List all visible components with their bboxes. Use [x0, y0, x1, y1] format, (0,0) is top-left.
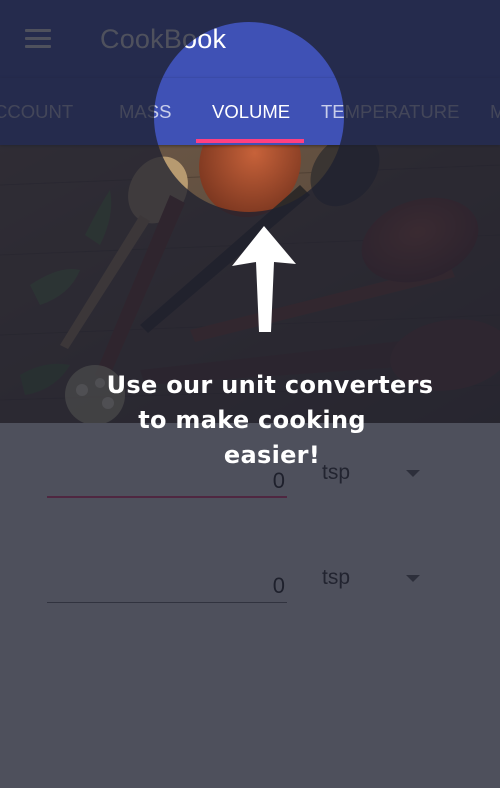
volume-converter: 0 tsp 0 tsp: [0, 423, 500, 788]
app-bar: CookBook: [0, 0, 500, 78]
tutorial-message: Use our unit converters to make cooking …: [100, 368, 440, 473]
menu-icon[interactable]: [25, 27, 53, 51]
to-value-underline: [47, 602, 287, 603]
tutorial-line-3: easier!: [223, 441, 321, 469]
tab-more[interactable]: M: [490, 78, 500, 145]
arrow-up-icon: [232, 226, 296, 332]
to-value-field[interactable]: 0: [47, 553, 287, 603]
tutorial-line-2: to make cooking: [138, 406, 366, 434]
tab-indicator: [196, 139, 304, 143]
chevron-down-icon: [406, 575, 420, 582]
from-value-underline: [47, 496, 287, 498]
to-unit-dropdown[interactable]: tsp: [322, 564, 422, 594]
tab-volume[interactable]: VOLUME: [212, 78, 290, 145]
app-title: CookBook: [100, 24, 227, 54]
to-value[interactable]: 0: [273, 573, 285, 599]
tab-mass[interactable]: MASS: [119, 78, 171, 145]
to-unit-label: tsp: [322, 566, 351, 589]
tab-bar: CCOUNT MASS VOLUME TEMPERATURE M: [0, 78, 500, 145]
tab-temperature[interactable]: TEMPERATURE: [321, 78, 459, 145]
tab-account[interactable]: CCOUNT: [0, 78, 73, 145]
tutorial-line-1: Use our unit converters: [106, 371, 434, 399]
